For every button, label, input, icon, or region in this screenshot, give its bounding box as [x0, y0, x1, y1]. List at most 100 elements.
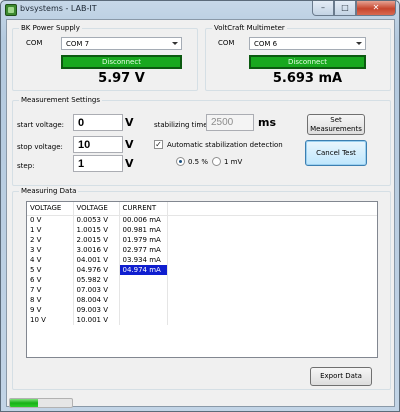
table-cell	[119, 285, 168, 295]
start-voltage-input[interactable]	[73, 114, 123, 131]
table-cell: 2 V	[27, 235, 74, 245]
table-row[interactable]: 4 V 04.001 V 03.934 mA	[27, 255, 377, 265]
multimeter-group: VoltCraft Multimeter COM COM 6 Disconnec…	[205, 24, 391, 91]
power-supply-com-value: COM 7	[66, 40, 90, 48]
progress-fill	[10, 399, 38, 407]
table-cell: 0 V	[27, 215, 74, 225]
table-row[interactable]: 0 V 0.0053 V 00.006 mA	[27, 215, 377, 225]
title-bar[interactable]: bvsystems - LAB-IT – □ ✕	[1, 1, 399, 19]
table-row[interactable]: 6 V 05.982 V	[27, 275, 377, 285]
table-cell: 4 V	[27, 255, 74, 265]
column-header[interactable]: VOLTAGE	[27, 202, 74, 216]
auto-stabilization-checkbox[interactable]: ✓	[154, 140, 163, 149]
radio-percent[interactable]	[176, 157, 185, 166]
maximize-button[interactable]: □	[334, 1, 356, 16]
cancel-test-button[interactable]: Cancel Test	[305, 140, 367, 166]
measuring-data-title: Measuring Data	[19, 187, 79, 195]
table-cell: 3 V	[27, 245, 74, 255]
table-cell: 04.974 mA	[119, 265, 168, 275]
table-header-row: VOLTAGE VOLTAGE CURRENT	[27, 202, 377, 216]
table-cell: 04.001 V	[73, 255, 120, 265]
table-cell-filler	[167, 285, 377, 295]
measurement-settings-title: Measurement Settings	[19, 96, 102, 104]
power-supply-reading: 5.97 V	[98, 71, 145, 86]
measurement-settings-group: Measurement Settings start voltage: V st…	[12, 96, 391, 186]
table-cell: 03.934 mA	[119, 255, 168, 265]
measurement-table: VOLTAGE VOLTAGE CURRENT 0 V 0.0053 V 00.00…	[27, 202, 377, 325]
table-cell: 9 V	[27, 305, 74, 315]
table-cell: 07.003 V	[73, 285, 120, 295]
stabilizing-time-input[interactable]	[206, 114, 254, 131]
table-cell-filler	[167, 265, 377, 275]
table-cell: 00.006 mA	[119, 215, 168, 225]
table-cell	[119, 275, 168, 285]
table-cell-filler	[167, 235, 377, 245]
column-header[interactable]: CURRENT	[119, 202, 168, 216]
table-row[interactable]: 7 V 07.003 V	[27, 285, 377, 295]
table-cell: 7 V	[27, 285, 74, 295]
stop-voltage-unit: V	[125, 138, 134, 151]
table-cell-filler	[167, 275, 377, 285]
table-cell: 1 V	[27, 225, 74, 235]
table-cell-filler	[167, 225, 377, 235]
multimeter-com-value: COM 6	[254, 40, 278, 48]
stabilizing-time-unit: ms	[258, 116, 277, 129]
table-cell-filler	[167, 295, 377, 305]
power-supply-com-select[interactable]: COM 7	[61, 37, 182, 50]
table-cell: 09.003 V	[73, 305, 120, 315]
radio-percent-label: 0.5 %	[188, 158, 209, 166]
multimeter-title: VoltCraft Multimeter	[212, 24, 287, 32]
table-cell	[119, 305, 168, 315]
table-cell: 02.977 mA	[119, 245, 168, 255]
table-row[interactable]: 10 V 10.001 V	[27, 315, 377, 325]
power-supply-group: BK Power Supply COM COM 7 Disconnect 5.9…	[12, 24, 198, 91]
table-cell	[119, 315, 168, 325]
progress-bar	[9, 398, 73, 408]
chevron-down-icon	[356, 42, 362, 45]
table-row[interactable]: 1 V 1.0015 V 00.981 mA	[27, 225, 377, 235]
table-row[interactable]: 5 V 04.976 V 04.974 mA	[27, 265, 377, 275]
table-cell: 10 V	[27, 315, 74, 325]
stop-voltage-input[interactable]	[73, 136, 123, 153]
table-row[interactable]: 8 V 08.004 V	[27, 295, 377, 305]
client-area: BK Power Supply COM COM 7 Disconnect 5.9…	[6, 19, 395, 408]
table-cell: 01.979 mA	[119, 235, 168, 245]
measuring-data-group: Measuring Data VOLTAGE VOLTAGE CURRENT 0…	[12, 187, 391, 390]
set-measurements-button[interactable]: Set Measurements	[307, 114, 365, 135]
window-controls: – □ ✕	[312, 1, 396, 17]
column-header-filler	[167, 202, 377, 216]
multimeter-com-select[interactable]: COM 6	[249, 37, 366, 50]
table-cell-filler	[167, 315, 377, 325]
measurement-list[interactable]: VOLTAGE VOLTAGE CURRENT 0 V 0.0053 V 00.00…	[26, 201, 378, 358]
app-window: bvsystems - LAB-IT – □ ✕ BK Power Supply…	[0, 0, 400, 412]
step-unit: V	[125, 157, 134, 170]
table-cell-filler	[167, 215, 377, 225]
table-cell: 2.0015 V	[73, 235, 120, 245]
start-voltage-label: start voltage:	[17, 121, 65, 129]
table-cell-filler	[167, 255, 377, 265]
stabilizing-time-label: stabilizing time:	[154, 121, 210, 129]
chevron-down-icon	[172, 42, 178, 45]
power-supply-title: BK Power Supply	[19, 24, 82, 32]
table-row[interactable]: 3 V 3.0016 V 02.977 mA	[27, 245, 377, 255]
table-cell: 05.982 V	[73, 275, 120, 285]
table-row[interactable]: 9 V 09.003 V	[27, 305, 377, 315]
export-data-button[interactable]: Export Data	[310, 367, 372, 386]
radio-millivolt-label: 1 mV	[224, 158, 243, 166]
table-cell	[119, 295, 168, 305]
table-cell: 5 V	[27, 265, 74, 275]
start-voltage-unit: V	[125, 116, 134, 129]
step-input[interactable]	[73, 155, 123, 172]
table-row[interactable]: 2 V 2.0015 V 01.979 mA	[27, 235, 377, 245]
close-button[interactable]: ✕	[356, 1, 396, 16]
table-cell: 04.976 V	[73, 265, 120, 275]
multimeter-disconnect-button[interactable]: Disconnect	[249, 55, 366, 69]
column-header[interactable]: VOLTAGE	[73, 202, 120, 216]
multimeter-reading: 5.693 mA	[272, 71, 343, 86]
minimize-button[interactable]: –	[312, 1, 334, 16]
table-cell-filler	[167, 305, 377, 315]
power-supply-com-label: COM	[26, 39, 43, 47]
power-supply-disconnect-button[interactable]: Disconnect	[61, 55, 182, 69]
radio-millivolt[interactable]	[212, 157, 221, 166]
window-title: bvsystems - LAB-IT	[20, 4, 97, 13]
